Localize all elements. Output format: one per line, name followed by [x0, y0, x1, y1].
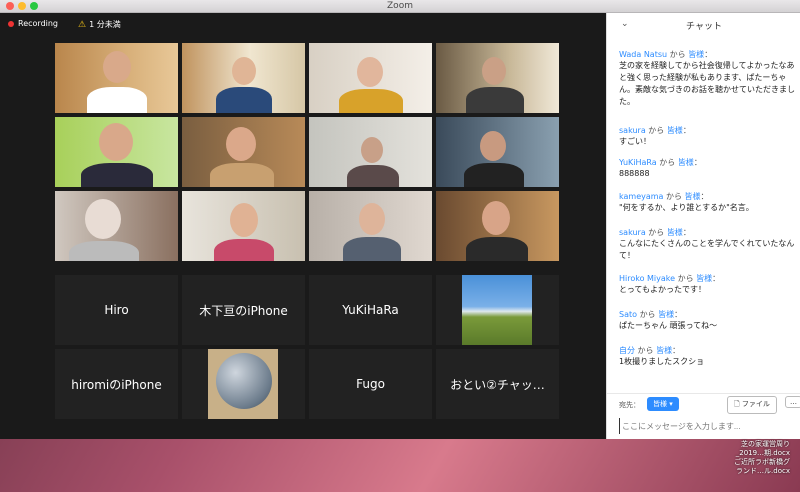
chat-panel: ⌄ チャット Wada Natsu から 皆様： 芝の家を経験してから社会復帰し… [606, 13, 800, 439]
participant-video-11[interactable] [309, 191, 432, 261]
message-text: とってもよかったです！ [619, 285, 706, 294]
participant-video-6[interactable] [182, 117, 305, 187]
participant-name: hiromiのiPhone [71, 377, 162, 392]
record-dot-icon [8, 20, 14, 27]
message-text: 888888 [619, 169, 650, 178]
participant-video-12[interactable] [436, 191, 559, 261]
sender-name: sakura [619, 228, 646, 237]
recipient-select[interactable]: 皆様 ▾ [647, 397, 679, 411]
participant-video-10[interactable] [182, 191, 305, 261]
window-title: Zoom [387, 1, 413, 11]
chat-message: Wada Natsu から 皆様： 芝の家を経験してから社会復帰してよかったなあ… [619, 50, 795, 106]
recipient: 皆様 [666, 228, 683, 237]
recipient: 皆様 [658, 310, 675, 319]
chat-header: ⌄ チャット [607, 13, 800, 37]
message-text: こんなにたくさんのことを学んでくれていたなんて！ [619, 239, 795, 260]
desktop-file-label[interactable]: ランド…ル.docx [660, 467, 790, 476]
recipient-value: 皆様 [653, 400, 667, 408]
participant-name: 木下亘のiPhone [199, 303, 288, 318]
participant-tile-otoi[interactable]: おとい②チャッ… [436, 349, 559, 419]
chat-message: Hiroko Miyake から 皆様： とってもよかったです！ [619, 273, 795, 296]
to-label: 宛先： [619, 401, 640, 409]
participant-tile-hiro[interactable]: Hiro [55, 275, 178, 345]
desktop-file-label[interactable]: 芝の家運営周り [660, 440, 790, 449]
warning-icon: ⚠ [78, 19, 87, 30]
recipient: 皆様 [684, 192, 701, 201]
participant-video-4[interactable] [436, 43, 559, 113]
participant-video-9[interactable] [55, 191, 178, 261]
file-button[interactable]: 🗋 ファイル [727, 396, 777, 414]
sender-name: YuKiHaRa [619, 158, 657, 167]
video-gallery: Recording ⚠ 1 分未満 Hiro 木下亘のiPhone YuKiHa… [0, 13, 606, 439]
participant-tile-globe[interactable] [182, 349, 305, 419]
chat-message: Sato から 皆様： ぱたーちゃん 頑張ってね〜 [619, 309, 795, 332]
participant-tile-landscape[interactable] [436, 275, 559, 345]
recipient: 皆様 [677, 158, 694, 167]
recording-label: Recording [18, 19, 59, 28]
participant-tile-kinoshita[interactable]: 木下亘のiPhone [182, 275, 305, 345]
participant-name: Hiro [104, 303, 129, 317]
recipient: 皆様 [696, 274, 713, 283]
globe-avatar [208, 349, 278, 419]
participant-name: YuKiHaRa [342, 303, 399, 317]
from-word: から [639, 310, 656, 319]
recipient: 皆様 [688, 50, 705, 59]
participant-video-2[interactable] [182, 43, 305, 113]
sender-name: 自分 [619, 346, 635, 355]
from-word: から [669, 50, 686, 59]
message-text: ぱたーちゃん 頑張ってね〜 [619, 321, 718, 330]
chat-title: チャット [686, 22, 722, 32]
file-icon: 🗋 [734, 400, 740, 408]
message-text: すごい！ [619, 137, 651, 146]
chat-input[interactable] [619, 418, 794, 434]
from-word: から [648, 126, 665, 135]
chat-message: sakura から 皆様： こんなにたくさんのことを学んでくれていたなんて！ [619, 228, 795, 260]
from-word: から [637, 346, 654, 355]
participant-name: おとい②チャッ… [450, 377, 545, 392]
chat-message: sakura から 皆様： すごい！ [619, 125, 795, 148]
chevron-down-icon: ▾ [669, 400, 673, 408]
recipient: 皆様 [666, 126, 683, 135]
desktop-files: 芝の家運営周り _2019…期.docx ご近所ラボ新橋グ ランド…ル.docx [660, 440, 790, 476]
message-text: "何をするか、より誰とするか"名言。 [619, 203, 754, 212]
chat-message: kameyama から 皆様： "何をするか、より誰とするか"名言。 [619, 191, 795, 214]
from-word: から [677, 274, 694, 283]
from-word: から [648, 228, 665, 237]
chat-message: YuKiHaRa から 皆様： 888888 [619, 157, 795, 180]
file-button-label: ファイル [741, 400, 770, 408]
sender-name: Hiroko Miyake [619, 274, 676, 283]
message-text: 1枚撮りましたスクショ [619, 357, 705, 366]
message-text: 芝の家を経験してから社会復帰してよかったなあと強く思った経験が私もあります、ぱた… [619, 61, 795, 106]
participant-name: Fugo [356, 377, 385, 391]
chat-compose: 宛先： 皆様 ▾ 🗋 ファイル … [607, 393, 800, 440]
window-titlebar: Zoom [0, 0, 800, 13]
participant-video-7[interactable] [309, 117, 432, 187]
chat-message: 自分 から 皆様： 1枚撮りましたスクショ [619, 345, 795, 368]
more-button[interactable]: … [785, 396, 800, 408]
recording-indicator[interactable]: Recording [8, 19, 58, 28]
participant-video-1[interactable] [55, 43, 178, 113]
time-warning[interactable]: ⚠ 1 分未満 [78, 19, 121, 30]
participant-video-8[interactable] [436, 117, 559, 187]
sender-name: kameyama [619, 192, 664, 201]
participant-tile-fugo[interactable]: Fugo [309, 349, 432, 419]
participant-tile-hiromi[interactable]: hiromiのiPhone [55, 349, 178, 419]
sender-name: Wada Natsu [619, 50, 668, 59]
desktop-file-label[interactable]: ご近所ラボ新橋グ [660, 458, 790, 467]
participant-video-3[interactable] [309, 43, 432, 113]
participant-grid: Hiro 木下亘のiPhone YuKiHaRa hiromiのiPhone F… [55, 43, 560, 423]
time-warning-label: 1 分未満 [89, 20, 121, 29]
participant-tile-yukihara[interactable]: YuKiHaRa [309, 275, 432, 345]
sender-name: Sato [619, 310, 638, 319]
from-word: から [666, 192, 682, 201]
recipient: 皆様 [656, 346, 673, 355]
landscape-avatar [462, 275, 532, 345]
sender-name: sakura [619, 126, 646, 135]
participant-video-5[interactable] [55, 117, 178, 187]
desktop-file-label[interactable]: _2019…期.docx [660, 449, 790, 458]
from-word: から [659, 158, 676, 167]
